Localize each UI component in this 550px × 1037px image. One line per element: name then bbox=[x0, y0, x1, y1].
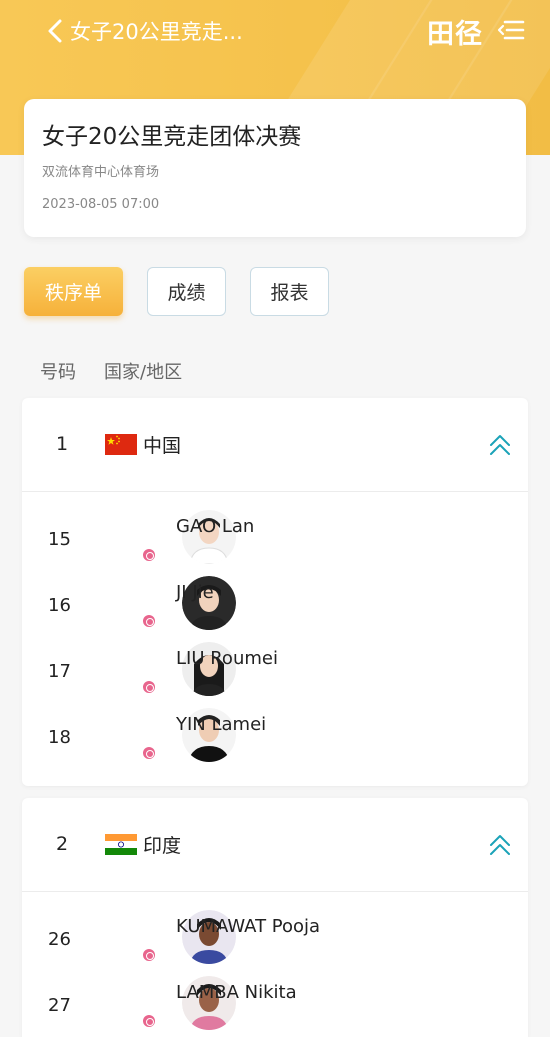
athlete-row[interactable]: 17 LIU Roumei bbox=[22, 638, 528, 704]
athlete-avatar bbox=[102, 910, 236, 968]
athlete-name: LAMBA Nikita bbox=[176, 982, 297, 1003]
double-chevron-up-icon bbox=[490, 435, 510, 455]
team-header[interactable]: 1 中国 bbox=[22, 398, 528, 492]
event-info-card: 女子20公里竞走团体决赛 双流体育中心体育场 2023-08-05 07:00 bbox=[24, 99, 526, 237]
athlete-avatar bbox=[102, 510, 236, 568]
event-venue: 双流体育中心体育场 bbox=[42, 165, 160, 180]
athlete-row[interactable]: 18 YIN Lamei bbox=[22, 704, 528, 770]
athlete-row[interactable]: 16 JI Jie bbox=[22, 572, 528, 638]
menu-icon bbox=[497, 20, 525, 40]
athlete-name: JI Jie bbox=[176, 582, 214, 603]
team-rank: 2 bbox=[56, 833, 69, 855]
team-rank: 1 bbox=[56, 433, 69, 455]
athlete-bib: 26 bbox=[48, 929, 71, 950]
profile-badge-icon bbox=[141, 745, 157, 761]
athlete-name: KUMAWAT Pooja bbox=[176, 916, 321, 937]
collapse-button[interactable] bbox=[488, 431, 512, 459]
athlete-name: GAO Lan bbox=[176, 516, 255, 537]
athlete-avatar bbox=[102, 976, 236, 1034]
athlete-row[interactable]: 27 LAMBA Nikita bbox=[22, 972, 528, 1037]
china-flag-icon bbox=[105, 434, 137, 455]
athlete-bib: 16 bbox=[48, 595, 71, 616]
team-card: 1 中国 15 GAO Lan 16 JI Jie 17 LIU Roumei … bbox=[22, 398, 528, 786]
profile-badge-icon bbox=[141, 1013, 157, 1029]
back-button[interactable] bbox=[40, 14, 70, 48]
double-chevron-up-icon bbox=[490, 835, 510, 855]
athlete-avatar bbox=[102, 708, 236, 766]
athlete-bib: 18 bbox=[48, 727, 71, 748]
tab-report[interactable]: 报表 bbox=[250, 267, 329, 316]
profile-badge-icon bbox=[141, 947, 157, 963]
athlete-name: LIU Roumei bbox=[176, 648, 278, 669]
profile-badge-icon bbox=[141, 547, 157, 563]
page-title: 女子20公里竞走... bbox=[70, 20, 243, 44]
team-header[interactable]: 2 印度 bbox=[22, 798, 528, 892]
tab-order-list[interactable]: 秩序单 bbox=[24, 267, 123, 316]
sport-label: 田径 bbox=[427, 19, 483, 50]
country-name: 印度 bbox=[143, 835, 182, 857]
athlete-bib: 27 bbox=[48, 995, 71, 1016]
column-header-country: 国家/地区 bbox=[104, 362, 183, 383]
athlete-avatar bbox=[102, 576, 236, 634]
tab-results[interactable]: 成绩 bbox=[147, 267, 226, 316]
athlete-avatar bbox=[102, 642, 236, 700]
profile-badge-icon bbox=[141, 679, 157, 695]
athlete-bib: 17 bbox=[48, 661, 71, 682]
india-flag-icon bbox=[105, 834, 137, 855]
profile-badge-icon bbox=[141, 613, 157, 629]
athlete-row[interactable]: 26 KUMAWAT Pooja bbox=[22, 906, 528, 972]
top-bar: 女子20公里竞走... 田径 bbox=[0, 0, 550, 64]
athlete-name: YIN Lamei bbox=[176, 714, 267, 735]
athlete-bib: 15 bbox=[48, 529, 71, 550]
collapse-button[interactable] bbox=[488, 831, 512, 859]
chevron-left-icon bbox=[48, 19, 62, 43]
team-card: 2 印度 26 KUMAWAT Pooja 27 LAMBA Nikita bbox=[22, 798, 528, 1037]
menu-button[interactable] bbox=[497, 16, 525, 44]
event-datetime: 2023-08-05 07:00 bbox=[42, 197, 160, 212]
event-title: 女子20公里竞走团体决赛 bbox=[42, 124, 302, 150]
country-name: 中国 bbox=[143, 435, 182, 457]
athlete-row[interactable]: 15 GAO Lan bbox=[22, 506, 528, 572]
column-header-number: 号码 bbox=[40, 362, 76, 383]
